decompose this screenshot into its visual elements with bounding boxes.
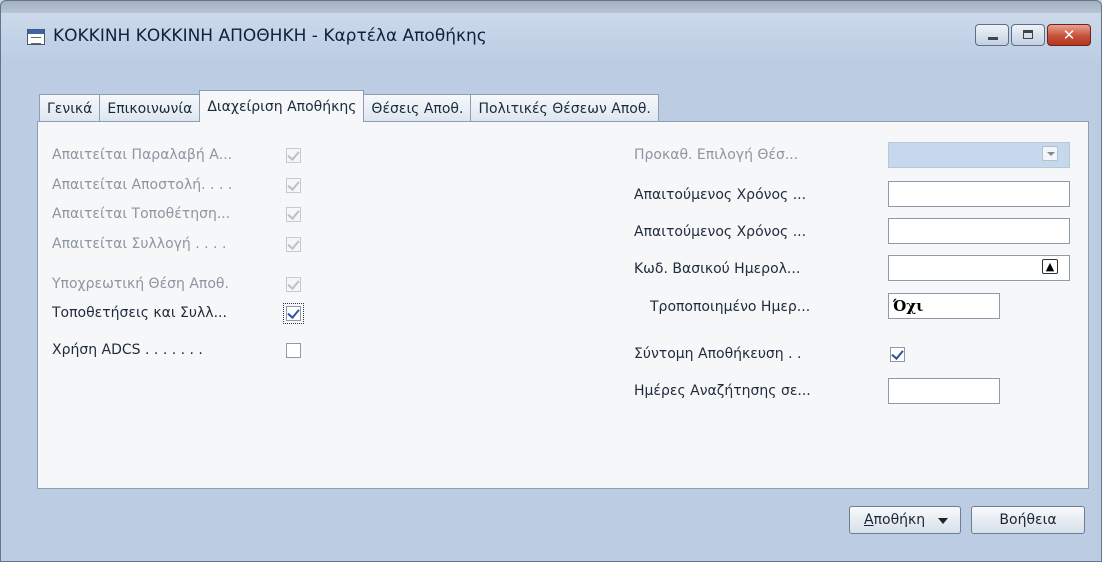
require-pick-checkbox[interactable]	[286, 237, 301, 252]
maximize-icon	[1023, 30, 1033, 39]
close-button[interactable]: ✕	[1047, 24, 1091, 46]
warehouse-button-label: ποθήκη	[873, 512, 926, 528]
tab-warehouse-management[interactable]: Διαχείριση Αποθήκης	[199, 90, 365, 122]
dropdown-arrow-icon	[938, 518, 948, 524]
require-put-away-label: Απαιτείται Τοποθέτηση...	[52, 206, 231, 222]
tab-bins[interactable]: Θέσεις Αποθ.	[363, 94, 472, 122]
warehouse-menu-button[interactable]: Αποθήκη	[849, 506, 961, 534]
title-bar[interactable]: ΚΟΚΚΙΝΗ ΚΟΚΚΙΝΗ ΑΠΟΘΗΚΗ - Καρτέλα Αποθήκ…	[1, 19, 1101, 59]
tab-panel: Απαιτείται Παραλαβή Α... Απαιτείται Αποσ…	[37, 121, 1089, 489]
customized-calendar-field[interactable]: Όχι	[888, 293, 1000, 319]
minimize-icon	[988, 37, 998, 40]
card-icon	[27, 29, 45, 45]
tab-bin-policies[interactable]: Πολιτικές Θέσεων Αποθ.	[470, 94, 659, 122]
chevron-down-icon	[1042, 146, 1058, 161]
bin-search-days-field[interactable]	[888, 378, 1000, 404]
express-put-away-label: Σύντομη Αποθήκευση . .	[634, 346, 802, 362]
require-receive-label: Απαιτείται Παραλαβή Α...	[52, 147, 233, 163]
require-shipment-label: Απαιτείται Αποστολή. . . .	[52, 177, 233, 193]
minimize-button[interactable]	[975, 24, 1009, 46]
lookup-arrow-icon[interactable]: ▲	[1042, 259, 1058, 274]
require-put-away-checkbox[interactable]	[286, 207, 301, 222]
directed-put-away-pick-label: Τοποθετήσεις και Συλλ...	[52, 305, 227, 321]
use-adcs-label: Χρήση ADCS . . . . . . .	[52, 342, 203, 358]
tab-strip: Γενικά Επικοινωνία Διαχείριση Αποθήκης Θ…	[39, 90, 659, 122]
tab-communication[interactable]: Επικοινωνία	[99, 94, 201, 122]
window-title: ΚΟΚΚΙΝΗ ΚΟΚΚΙΝΗ ΑΠΟΘΗΚΗ - Καρτέλα Αποθήκ…	[53, 26, 487, 46]
bin-mandatory-checkbox[interactable]	[286, 277, 301, 292]
require-shipment-checkbox[interactable]	[286, 178, 301, 193]
close-icon: ✕	[1062, 26, 1076, 44]
use-adcs-checkbox[interactable]	[286, 343, 301, 358]
customized-calendar-label: Τροποποιημένο Ημερ...	[650, 299, 811, 315]
window-controls: ✕	[973, 24, 1091, 48]
help-button[interactable]: Βοήθεια	[971, 506, 1085, 534]
bin-mandatory-label: Υποχρεωτική Θέση Αποθ.	[52, 276, 229, 292]
window: ΚΟΚΚΙΝΗ ΚΟΚΚΙΝΗ ΑΠΟΘΗΚΗ - Καρτέλα Αποθήκ…	[0, 0, 1102, 562]
tab-general[interactable]: Γενικά	[39, 94, 101, 122]
bin-search-days-label: Ημέρες Αναζήτησης σε...	[634, 383, 811, 399]
warehouse-button-mnemonic: Α	[864, 512, 874, 528]
required-time-2-label: Απαιτούμενος Χρόνος ...	[634, 224, 807, 240]
require-pick-label: Απαιτείται Συλλογή . . . .	[52, 236, 227, 252]
require-receive-checkbox[interactable]	[286, 148, 301, 163]
default-bin-selection-label: Προκαθ. Επιλογή Θέσ...	[634, 147, 799, 163]
background-strip	[1, 1, 1101, 13]
required-time-1-field[interactable]	[888, 181, 1070, 207]
required-time-2-field[interactable]	[888, 218, 1070, 244]
directed-put-away-pick-checkbox[interactable]	[283, 303, 304, 324]
base-calendar-code-label: Κωδ. Βασικού Ημερολ...	[634, 261, 801, 277]
maximize-button[interactable]	[1011, 24, 1045, 46]
required-time-1-label: Απαιτούμενος Χρόνος ...	[634, 187, 807, 203]
express-put-away-checkbox[interactable]	[890, 347, 905, 362]
